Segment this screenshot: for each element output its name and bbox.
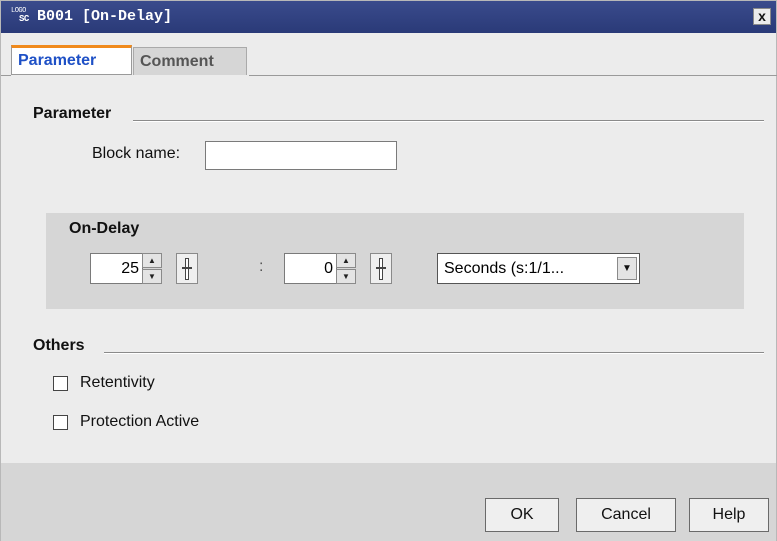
retentivity-label: Retentivity [80,374,155,391]
window-title: B001 [On-Delay] [37,8,173,25]
block-name-input[interactable] [205,141,397,170]
tab-parameter[interactable]: Parameter [11,45,132,75]
close-button[interactable]: x [753,8,771,25]
parameter-reference-icon [185,258,189,280]
others-group-divider [104,352,764,354]
on-delay-value1-spin-buttons[interactable]: ▲ ▼ [142,253,162,284]
title-bar[interactable]: LOGO SC B001 [On-Delay] x [1,1,776,33]
on-delay-value1-input[interactable]: 25 [90,253,143,284]
cancel-button[interactable]: Cancel [576,498,676,532]
spin-up-icon[interactable]: ▲ [336,253,356,268]
tab-baseline [249,75,777,76]
logo-text-bottom: SC [19,14,29,24]
parameter-reference-icon [379,258,383,280]
timebase-select[interactable]: Seconds (s:1/1... ▼ [437,253,640,284]
on-delay-value2-reference-button[interactable] [370,253,392,284]
on-delay-value1-reference-button[interactable] [176,253,198,284]
protection-active-checkbox[interactable] [53,415,68,430]
tab-baseline-left [1,75,11,76]
on-delay-value2-stepper[interactable]: 0 ▲ ▼ [284,253,364,284]
help-button[interactable]: Help [689,498,769,532]
spin-down-icon[interactable]: ▼ [336,269,356,284]
close-icon: x [758,8,766,24]
ok-button[interactable]: OK [485,498,559,532]
parameter-group-divider [133,120,764,122]
block-name-label: Block name: [92,145,181,162]
parameter-group-title: Parameter [33,105,112,122]
spin-down-icon[interactable]: ▼ [142,269,162,284]
chevron-down-icon[interactable]: ▼ [617,257,637,280]
retentivity-checkbox[interactable] [53,376,68,391]
on-delay-value2-input[interactable]: 0 [284,253,337,284]
on-delay-title: On-Delay [69,220,140,237]
time-separator: : [259,258,264,275]
spin-up-icon[interactable]: ▲ [142,253,162,268]
timebase-selected-value: Seconds (s:1/1... [444,260,565,277]
others-group-title: Others [33,337,85,354]
on-delay-dialog: LOGO SC B001 [On-Delay] x Parameter Comm… [0,0,777,541]
on-delay-value1-stepper[interactable]: 25 ▲ ▼ [90,253,170,284]
tab-comment[interactable]: Comment [133,47,247,75]
protection-active-label: Protection Active [80,413,200,430]
on-delay-value2-spin-buttons[interactable]: ▲ ▼ [336,253,356,284]
logo-soft-comfort-icon: LOGO SC [11,7,35,27]
